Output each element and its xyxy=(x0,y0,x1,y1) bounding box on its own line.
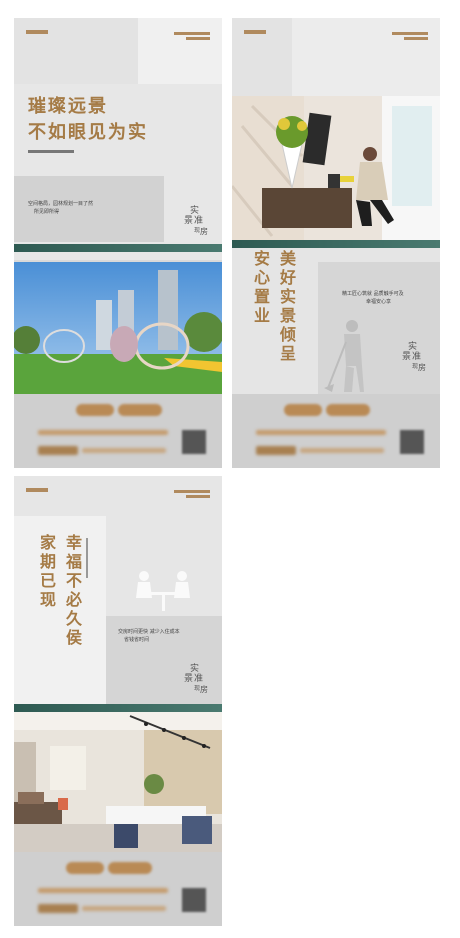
brand-logo-right xyxy=(392,32,428,42)
brand-logo-right xyxy=(174,32,210,42)
bullet-text: 精工匠心筑就 品质触手可及 幸福安心享 xyxy=(342,290,404,306)
poster-2: 美好实景倾呈 安心置业 精工匠心筑就 品质触手可及 幸福安心享 实 景 准 现 … xyxy=(232,18,440,468)
living-room-illustration xyxy=(14,712,222,852)
english-subtitle xyxy=(28,150,74,153)
couple-silhouette xyxy=(136,571,190,611)
green-divider xyxy=(232,240,440,248)
green-divider xyxy=(14,704,222,712)
footer-banner xyxy=(232,394,440,468)
bullet-line-1: 精工匠心筑就 品质触手可及 xyxy=(342,291,404,297)
headline-col-2: 安心置业 xyxy=(251,250,270,326)
interior-photo xyxy=(14,712,222,852)
qr-code[interactable] xyxy=(182,888,206,912)
headline-col-2: 家期已现 xyxy=(37,534,56,610)
footer-pill-left xyxy=(76,404,114,416)
bullet-line-2: 幸福安心享 xyxy=(366,299,392,305)
footer-info-line xyxy=(38,430,168,435)
qr-code[interactable] xyxy=(400,430,424,454)
cleaner-silhouette xyxy=(324,320,364,392)
stamp-char-5: 房 xyxy=(200,227,208,236)
footer-banner xyxy=(14,852,222,926)
stamp-char-5: 房 xyxy=(418,363,426,372)
brand-logo-left xyxy=(26,488,48,492)
green-divider xyxy=(14,244,222,252)
footer-phone xyxy=(38,904,78,913)
playground-photo xyxy=(14,262,222,394)
headline-line-1: 璀璨远景 xyxy=(28,96,108,117)
footer-info-line xyxy=(38,888,168,893)
bullet-line-1: 交房时间更快 减少入住成本 xyxy=(118,629,180,635)
stamp-char-1: 实 xyxy=(408,342,418,352)
bullet-line-2: 所见即所得 xyxy=(34,209,60,215)
footer-address xyxy=(82,906,166,911)
brand-logo-left xyxy=(244,30,266,34)
bullet-line-1: 空间格局，园林规划一目了然 xyxy=(28,201,94,207)
cleaner-photo xyxy=(232,96,440,240)
poster-3: 幸福不必久侯 家期已现 交房时间更快 减少入住成本 省钱省时间 实 景 准 现 … xyxy=(14,476,222,926)
bullet-text: 空间格局，园林规划一目了然 所见即所得 xyxy=(28,200,93,216)
stamp-char-1: 实 xyxy=(190,664,200,674)
footer-phone xyxy=(38,446,78,455)
bullet-text: 交房时间更快 减少入住成本 省钱省时间 xyxy=(118,628,180,644)
headline-line-2: 不如眼见为实 xyxy=(28,122,148,143)
playground-illustration xyxy=(14,262,222,394)
poster-1: 璀璨远景 不如眼见为实 空间格局，园林规划一目了然 所见即所得 实 景 准 现 … xyxy=(14,18,222,468)
footer-pill-right xyxy=(118,404,162,416)
footer-address xyxy=(300,448,384,453)
headline-col-1: 幸福不必久侯 xyxy=(63,534,82,648)
stamp-char-5: 房 xyxy=(200,685,208,694)
stamp-real-home: 实 景 准 现 房 xyxy=(402,342,426,373)
brand-logo-left xyxy=(26,30,48,34)
footer-pill-left xyxy=(66,862,104,874)
footer-pill-left xyxy=(284,404,322,416)
stamp-real-home: 实 景 准 现 房 xyxy=(184,664,208,695)
brand-logo-right xyxy=(174,490,210,500)
inner-card xyxy=(138,18,222,84)
english-vertical-caption xyxy=(86,538,88,578)
footer-pill-right xyxy=(326,404,370,416)
footer-phone xyxy=(256,446,296,455)
stamp-char-3: 准 xyxy=(194,216,204,226)
cleaning-illustration xyxy=(232,96,440,240)
stamp-char-3: 准 xyxy=(412,352,422,362)
stamp-real-home: 实 景 准 现 房 xyxy=(184,206,208,237)
header-card xyxy=(292,18,440,96)
footer-pill-right xyxy=(108,862,152,874)
footer-address xyxy=(82,448,166,453)
stamp-char-1: 实 xyxy=(190,206,200,216)
headline-col-1: 美好实景倾呈 xyxy=(277,250,296,364)
footer-banner xyxy=(14,394,222,468)
footer-info-line xyxy=(256,430,386,435)
qr-code[interactable] xyxy=(182,430,206,454)
bullet-line-2: 省钱省时间 xyxy=(124,637,150,643)
stamp-char-3: 准 xyxy=(194,674,204,684)
